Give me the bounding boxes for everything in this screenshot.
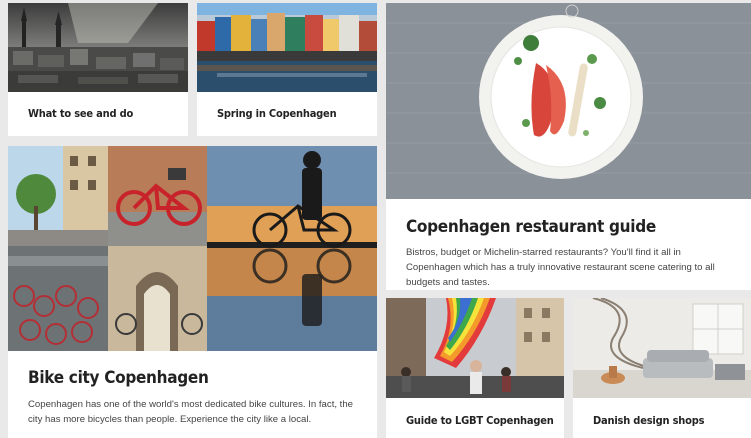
card-title[interactable]: Guide to LGBT Copenhagen: [406, 414, 554, 427]
card-lgbt-guide[interactable]: Guide to LGBT Copenhagen: [386, 298, 564, 438]
city-skyline-image: [8, 3, 188, 92]
pride-parade-image: [386, 298, 564, 398]
bike-collage-image: [8, 146, 377, 351]
nyhavn-harbour-image: [197, 3, 377, 92]
card-title[interactable]: Spring in Copenhagen: [217, 107, 337, 120]
card-design-shops[interactable]: Danish design shops: [573, 298, 751, 438]
card-bike-city[interactable]: Bike city Copenhagen Copenhagen has one …: [8, 146, 377, 438]
card-description: Copenhagen has one of the world's most d…: [28, 399, 354, 425]
restaurant-dish-image: [386, 3, 751, 199]
card-title[interactable]: Danish design shops: [593, 414, 704, 427]
card-title[interactable]: What to see and do: [28, 107, 133, 120]
card-description: Bistros, budget or Michelin-starred rest…: [406, 247, 715, 288]
card-what-to-see[interactable]: What to see and do: [8, 3, 188, 136]
card-restaurant-guide[interactable]: Copenhagen restaurant guide Bistros, bud…: [386, 3, 751, 290]
card-title[interactable]: Bike city Copenhagen: [28, 368, 209, 388]
interior-design-image: [573, 298, 751, 398]
card-spring[interactable]: Spring in Copenhagen: [197, 3, 377, 136]
card-title[interactable]: Copenhagen restaurant guide: [406, 217, 656, 237]
